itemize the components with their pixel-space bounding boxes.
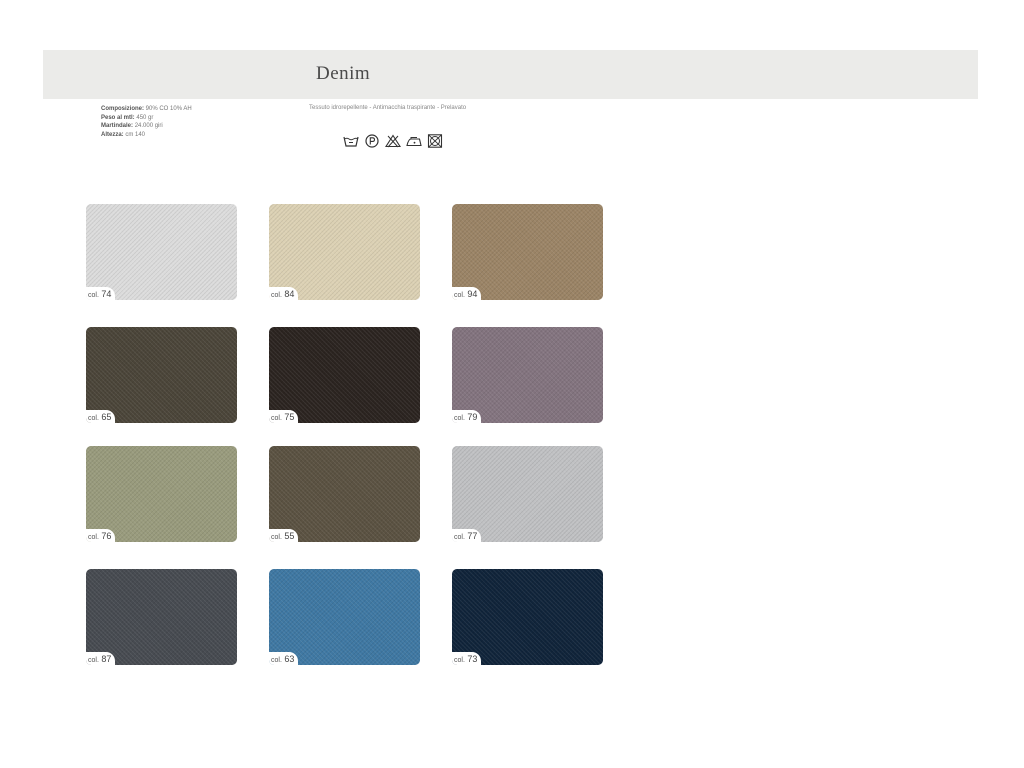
swatch-label: col. 76 — [86, 529, 116, 542]
swatch-code: 79 — [467, 412, 478, 422]
swatch-code: 75 — [284, 412, 295, 422]
features-text: Tessuto idrorepellente - Antimacchia tra… — [309, 105, 467, 111]
swatch-prefix: col. — [454, 534, 465, 541]
spec-value: 24.000 giri — [134, 123, 163, 129]
swatch-col-87[interactable]: col. 87 — [86, 569, 237, 665]
swatch-texture — [452, 569, 603, 665]
swatch-code: 77 — [467, 531, 478, 541]
swatch-prefix: col. — [454, 292, 465, 299]
swatch-texture — [86, 569, 237, 665]
swatch-texture — [452, 327, 603, 423]
swatch-code: 73 — [467, 654, 478, 664]
spec-label: Composizione: — [101, 106, 144, 112]
swatch-col-84[interactable]: col. 84 — [269, 204, 420, 300]
swatch-texture — [269, 204, 420, 300]
spec-height: Altezza: cm 140 — [101, 131, 192, 140]
swatch-label: col. 63 — [269, 652, 299, 665]
swatch-label: col. 55 — [269, 529, 299, 542]
spec-weight: Peso al mtl: 450 gr — [101, 114, 192, 123]
specs-block: Composizione: 90% CO 10% AH Peso al mtl:… — [101, 105, 192, 139]
swatch-label: col. 65 — [86, 410, 116, 423]
swatch-label: col. 73 — [452, 652, 482, 665]
swatch-code: 63 — [284, 654, 295, 664]
spec-value: 450 gr — [136, 114, 154, 121]
swatch-texture — [452, 204, 603, 300]
swatch-prefix: col. — [454, 415, 465, 422]
spec-label: Peso al mtl: — [101, 114, 135, 121]
swatch-col-74[interactable]: col. 74 — [86, 204, 237, 300]
swatch-prefix: col. — [88, 292, 99, 299]
swatch-prefix: col. — [271, 292, 282, 299]
swatch-code: 55 — [284, 531, 295, 541]
dry-clean-p-icon — [365, 134, 379, 148]
swatch-texture — [86, 204, 237, 300]
care-icons — [343, 134, 443, 148]
swatch-col-77[interactable]: col. 77 — [452, 446, 603, 542]
swatch-code: 65 — [101, 412, 112, 422]
wash-30-icon — [343, 136, 359, 147]
swatch-prefix: col. — [88, 534, 99, 541]
swatch-col-94[interactable]: col. 94 — [452, 204, 603, 300]
spec-value: cm 140 — [125, 131, 146, 138]
swatch-prefix: col. — [88, 415, 99, 422]
swatch-code: 74 — [101, 289, 112, 299]
no-tumble-dry-icon — [427, 134, 443, 148]
swatch-prefix: col. — [271, 657, 282, 664]
spec-label: Altezza: — [101, 131, 124, 138]
spec-value: 90% CO 10% AH — [145, 106, 192, 112]
header-band — [43, 50, 978, 99]
swatch-code: 94 — [467, 289, 478, 299]
swatch-prefix: col. — [271, 415, 282, 422]
swatch-col-55[interactable]: col. 55 — [269, 446, 420, 542]
swatch-prefix: col. — [454, 657, 465, 664]
swatch-prefix: col. — [88, 657, 99, 664]
swatch-label: col. 94 — [452, 287, 482, 300]
swatch-texture — [269, 327, 420, 423]
spec-composition: Composizione: 90% CO 10% AH — [101, 105, 192, 114]
swatch-col-79[interactable]: col. 79 — [452, 327, 603, 423]
swatch-label: col. 75 — [269, 410, 299, 423]
swatch-label: col. 84 — [269, 287, 299, 300]
swatch-label: col. 79 — [452, 410, 482, 423]
spec-label: Martindale: — [101, 123, 134, 129]
swatch-col-65[interactable]: col. 65 — [86, 327, 237, 423]
swatch-texture — [269, 446, 420, 542]
spec-martindale: Martindale: 24.000 giri — [101, 122, 192, 131]
swatch-texture — [452, 446, 603, 542]
swatch-texture — [86, 446, 237, 542]
swatch-col-73[interactable]: col. 73 — [452, 569, 603, 665]
swatch-code: 76 — [101, 531, 112, 541]
swatch-col-63[interactable]: col. 63 — [269, 569, 420, 665]
swatch-label: col. 87 — [86, 652, 116, 665]
swatch-col-75[interactable]: col. 75 — [269, 327, 420, 423]
swatch-prefix: col. — [271, 534, 282, 541]
page-title: Denim — [316, 63, 371, 84]
iron-low-icon — [406, 137, 422, 147]
swatch-code: 87 — [101, 654, 112, 664]
swatch-texture — [269, 569, 420, 665]
swatch-code: 84 — [284, 289, 295, 299]
no-bleach-icon — [385, 134, 401, 148]
swatch-label: col. 77 — [452, 529, 482, 542]
swatch-col-76[interactable]: col. 76 — [86, 446, 237, 542]
swatch-texture — [86, 327, 237, 423]
swatch-label: col. 74 — [86, 287, 116, 300]
